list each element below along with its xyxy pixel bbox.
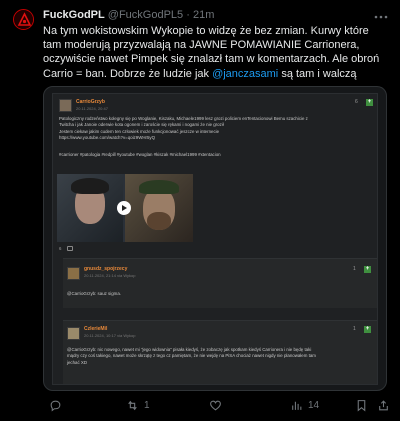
- reply-source: via Wykop: [117, 273, 136, 278]
- retweet-icon: [128, 400, 137, 411]
- reply-button[interactable]: [49, 399, 67, 412]
- display-name[interactable]: FuckGodPL: [43, 9, 105, 21]
- post-vote-count: 6: [355, 99, 358, 105]
- comment-icon: [67, 246, 73, 251]
- share-button[interactable]: [377, 399, 390, 412]
- reply-date-line: 20.11.2024, 21:14 via Wykop: [84, 273, 136, 278]
- tweet-text-part: są tam i walczą: [278, 67, 357, 80]
- avatar[interactable]: [13, 9, 34, 30]
- reply-line: jechać XD: [67, 359, 88, 365]
- reply-date: 20.11.2024, 10:17: [84, 333, 116, 338]
- reply-avatar: [67, 267, 80, 280]
- post-author: CarrioGrzyb: [76, 99, 105, 105]
- handle[interactable]: @FuckGodPL5: [108, 9, 183, 21]
- wykop-post: CarrioGrzyb 20.11.2024, 20:47 6 + Patolo…: [52, 93, 378, 385]
- reply-author: CzlerieMil: [84, 326, 108, 332]
- retweet-count: 1: [144, 400, 150, 411]
- separator: ·: [186, 9, 190, 21]
- reply-vote-count: 1: [353, 266, 356, 272]
- post-date: 20.11.2024, 20:47: [76, 106, 108, 111]
- comment-count: 6: [59, 246, 62, 251]
- reply-avatar: [67, 327, 80, 340]
- post-body: Patologiczny rodzeństwo kolegny się po W…: [59, 116, 371, 141]
- reply-icon: [50, 400, 61, 412]
- view-count: 14: [308, 400, 320, 411]
- tweet[interactable]: FuckGodPL @FuckGodPL5 · 21m Na tym wokis…: [0, 0, 400, 421]
- reply: CzlerieMil 20.11.2024, 10:17 via Wykop 1…: [63, 320, 377, 384]
- video-thumbnail: [57, 174, 193, 242]
- tweet-actions: 1 14: [43, 397, 390, 417]
- mention-link[interactable]: @janczasami: [212, 68, 278, 80]
- retweet-button[interactable]: 1: [126, 399, 150, 412]
- more-horizontal-icon[interactable]: [374, 8, 388, 22]
- tweet-header: FuckGodPL @FuckGodPL5 · 21m: [43, 9, 214, 21]
- share-icon: [379, 400, 388, 411]
- post-author-avatar: [59, 99, 72, 112]
- play-icon: [117, 201, 131, 215]
- plus-icon: +: [366, 99, 373, 106]
- reply-date: 20.11.2024, 21:14: [84, 273, 116, 278]
- reply: gnusdz_spojrzecy 20.11.2024, 21:14 via W…: [63, 258, 377, 308]
- reply-text: @CarrioGrzyb: nic nowego, nawet mi "jego…: [67, 347, 373, 366]
- bar-chart-icon: [292, 401, 302, 410]
- heart-icon: [210, 400, 221, 411]
- plus-icon: +: [364, 326, 371, 333]
- tweet-image[interactable]: CarrioGrzyb 20.11.2024, 20:47 6 + Patolo…: [43, 86, 387, 391]
- tweet-text: Na tym wokistowskim Wykopie to widzę że …: [43, 24, 390, 81]
- bookmark-icon: [357, 400, 366, 412]
- like-button[interactable]: [209, 399, 227, 412]
- reply-vote-count: 1: [353, 326, 356, 332]
- post-tags: #carrioner #patologia #redpill #youtube …: [59, 152, 221, 157]
- reply-source: via Wykop: [117, 333, 136, 338]
- timestamp[interactable]: 21m: [193, 9, 214, 21]
- reply-text: @CarrioGrzyb: sauz sigma.: [67, 291, 121, 296]
- plus-icon: +: [364, 266, 371, 273]
- post-comment-count: 6: [59, 246, 61, 251]
- views-button[interactable]: 14: [290, 399, 319, 412]
- bookmark-button[interactable]: [355, 399, 368, 412]
- post-link: https://www.youtube.com/watch?v=qoiz9WHr…: [59, 134, 156, 140]
- logo-icon: [14, 10, 33, 29]
- reply-author: gnusdz_spojrzecy: [84, 266, 128, 272]
- reply-date-line: 20.11.2024, 10:17 via Wykop: [84, 333, 136, 338]
